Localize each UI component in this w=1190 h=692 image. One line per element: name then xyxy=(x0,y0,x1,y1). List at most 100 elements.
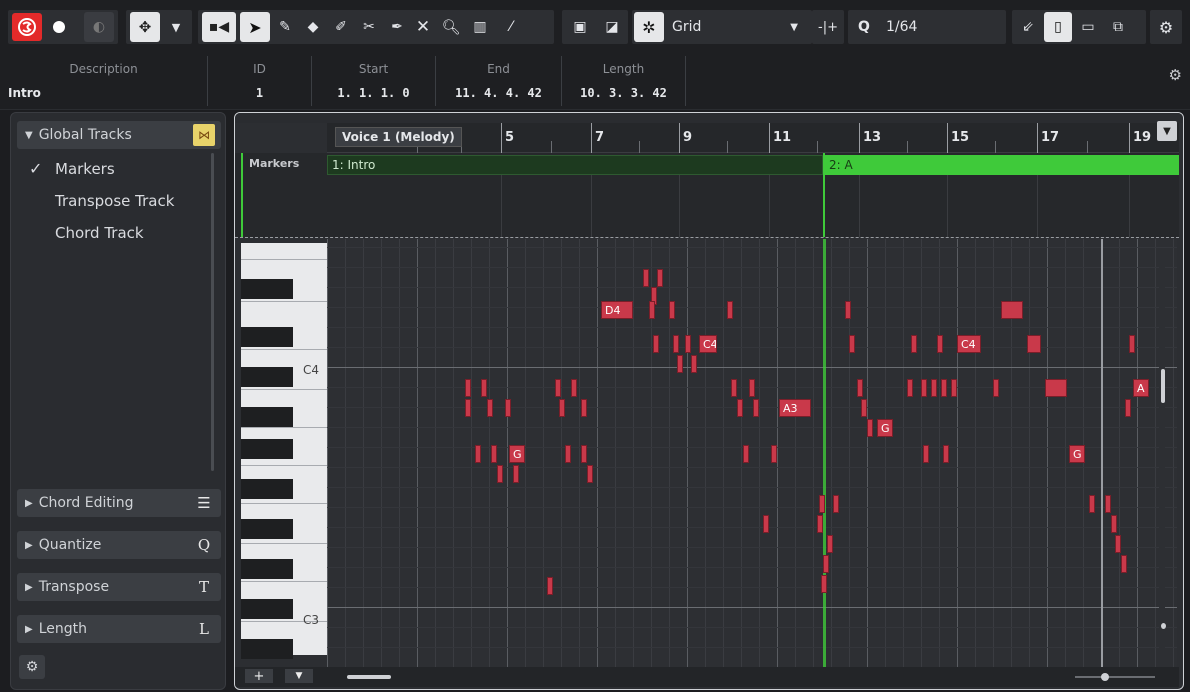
show-part-borders-button[interactable]: ◪ xyxy=(598,12,626,42)
glue-tool[interactable]: ✒ xyxy=(384,12,410,42)
note[interactable] xyxy=(673,335,679,353)
toolbar-settings-button[interactable]: ⚙ xyxy=(1152,12,1180,42)
note[interactable] xyxy=(731,379,737,397)
note[interactable] xyxy=(1089,495,1095,513)
note[interactable] xyxy=(643,269,649,287)
snap-toggle-button[interactable]: ✲ xyxy=(634,12,664,42)
set-up-window-layout-button[interactable]: ⇙ xyxy=(1014,12,1042,42)
note[interactable] xyxy=(491,445,497,463)
note[interactable] xyxy=(827,535,833,553)
note[interactable] xyxy=(1045,379,1067,397)
black-key[interactable] xyxy=(241,407,293,427)
mute-tool[interactable]: ✕ xyxy=(410,12,436,42)
note[interactable] xyxy=(555,379,561,397)
black-key[interactable] xyxy=(241,327,293,347)
note[interactable] xyxy=(691,355,697,373)
show-lower-zone-button[interactable]: ▭ xyxy=(1074,12,1102,42)
note[interactable] xyxy=(1121,555,1127,573)
note[interactable] xyxy=(921,379,927,397)
section-transpose[interactable]: ▶ Transpose T xyxy=(17,573,221,601)
object-selection-tool[interactable]: ➤ xyxy=(240,12,270,42)
note-labeled[interactable]: C4 xyxy=(957,335,981,353)
note[interactable] xyxy=(497,465,503,483)
note[interactable] xyxy=(823,555,829,573)
note[interactable] xyxy=(849,335,855,353)
line-tool[interactable]: ✐ xyxy=(328,12,354,42)
note[interactable] xyxy=(581,399,587,417)
ruler-menu-button[interactable]: ▼ xyxy=(1157,121,1177,141)
note[interactable] xyxy=(743,445,749,463)
note[interactable] xyxy=(907,379,913,397)
black-key[interactable] xyxy=(241,559,293,579)
note-labeled[interactable]: G xyxy=(1069,445,1085,463)
note[interactable] xyxy=(993,379,999,397)
lane-menu-button[interactable]: ▼ xyxy=(285,669,313,683)
erase-tool[interactable]: ◆ xyxy=(300,12,326,42)
note[interactable] xyxy=(857,379,863,397)
record-button[interactable] xyxy=(46,12,72,42)
inspector-settings-button[interactable]: ⚙ xyxy=(19,655,45,679)
note[interactable] xyxy=(475,445,481,463)
note[interactable] xyxy=(1129,335,1135,353)
note[interactable] xyxy=(1111,515,1117,533)
info-id[interactable]: ID 1 xyxy=(208,56,312,106)
note-labeled[interactable]: A3 xyxy=(779,399,811,417)
note[interactable] xyxy=(581,445,587,463)
note-grid[interactable]: D4 C4 C4 A A3 G G G xyxy=(327,239,1177,667)
note-labeled[interactable]: G xyxy=(509,445,525,463)
note[interactable] xyxy=(513,465,519,483)
note[interactable] xyxy=(941,379,947,397)
global-track-item-chord[interactable]: Chord Track xyxy=(55,224,144,242)
note[interactable] xyxy=(867,419,873,437)
note[interactable] xyxy=(1027,335,1041,353)
horizontal-zoom-slider[interactable] xyxy=(1075,676,1155,678)
note[interactable] xyxy=(1115,535,1121,553)
black-key[interactable] xyxy=(241,639,293,659)
note[interactable] xyxy=(587,465,593,483)
note[interactable] xyxy=(657,269,663,287)
solo-editor-button[interactable] xyxy=(12,13,42,41)
note[interactable] xyxy=(749,379,755,397)
quantize-preset-select[interactable]: 1/64 xyxy=(880,12,1004,42)
note[interactable] xyxy=(677,355,683,373)
note[interactable] xyxy=(943,445,949,463)
note[interactable] xyxy=(669,301,675,319)
add-lane-button[interactable]: + xyxy=(245,669,273,684)
black-key[interactable] xyxy=(241,367,293,387)
note[interactable] xyxy=(861,399,867,417)
note[interactable] xyxy=(487,399,493,417)
note-labeled[interactable]: A xyxy=(1133,379,1149,397)
note[interactable] xyxy=(547,577,553,595)
info-line-settings-button[interactable]: ⚙ xyxy=(1169,66,1182,84)
vertical-scrollbar-thumb[interactable] xyxy=(1161,369,1165,403)
edit-in-place-button[interactable]: ▣ xyxy=(566,12,594,42)
marker-a[interactable]: 2: A xyxy=(825,155,1179,175)
note-labeled[interactable]: D4 xyxy=(601,301,633,319)
note-labeled[interactable]: C4 xyxy=(699,335,717,353)
global-tracks-sync-icon[interactable]: ⋈ xyxy=(193,124,215,146)
info-start[interactable]: Start 1. 1. 1. 0 xyxy=(312,56,436,106)
note[interactable] xyxy=(771,445,777,463)
note[interactable] xyxy=(911,335,917,353)
global-tracks-header[interactable]: ▼ Global Tracks ⋈ xyxy=(17,121,221,149)
note[interactable] xyxy=(571,379,577,397)
note[interactable] xyxy=(481,379,487,397)
note[interactable] xyxy=(465,399,471,417)
black-key[interactable] xyxy=(241,519,293,539)
black-key[interactable] xyxy=(241,439,293,459)
show-right-zone-button[interactable]: ⧉ xyxy=(1104,12,1132,42)
black-key[interactable] xyxy=(241,599,293,619)
note[interactable] xyxy=(565,445,571,463)
vertical-zoom-handle[interactable] xyxy=(1161,623,1166,629)
info-description[interactable]: Description Intro xyxy=(0,56,208,106)
horizontal-scrollbar-thumb[interactable] xyxy=(347,675,391,679)
note[interactable] xyxy=(727,301,733,319)
autoscroll-button[interactable]: ✥ xyxy=(130,12,160,42)
note[interactable] xyxy=(819,495,825,513)
note[interactable] xyxy=(845,301,851,319)
note[interactable] xyxy=(923,445,929,463)
time-warp-tool[interactable]: ▥ xyxy=(466,12,494,42)
acoustic-feedback-button[interactable]: ▪◀ xyxy=(202,12,236,42)
snap-type-select[interactable]: Grid ▼ xyxy=(666,12,806,42)
black-key[interactable] xyxy=(241,479,293,499)
